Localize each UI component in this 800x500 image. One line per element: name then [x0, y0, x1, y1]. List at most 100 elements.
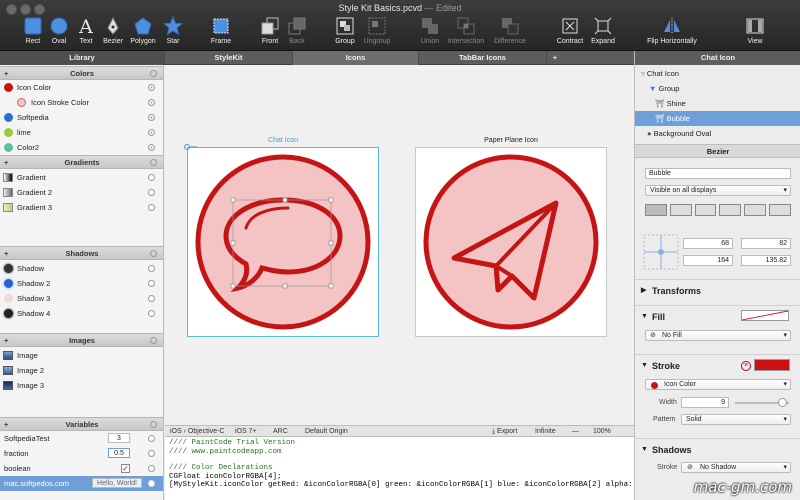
variable-radio[interactable] [148, 450, 155, 457]
shape-name-field[interactable]: Bubble [645, 168, 791, 179]
code-view[interactable]: //// PaintCode Trial Version //// www.pa… [165, 437, 634, 500]
difference-tool[interactable]: Difference [488, 16, 532, 45]
shadow-item[interactable]: Shadow 4 [0, 306, 163, 321]
variable-value[interactable]: 3 [108, 433, 130, 443]
tab-tabbar-icons[interactable]: TabBar Icons [419, 51, 547, 65]
artboard-title-paper-plane[interactable]: Paper Plane Icon [415, 137, 607, 144]
height-field[interactable]: 135.82 [741, 255, 791, 266]
paper-plane-artwork[interactable] [416, 148, 606, 336]
variable-row[interactable]: SoftpediaTest 3 [0, 431, 163, 446]
gradient-item[interactable]: Gradient 2 [0, 185, 163, 200]
add-image-button[interactable]: + [4, 334, 8, 347]
color-item[interactable]: lime [0, 125, 163, 140]
align-button[interactable] [645, 204, 667, 216]
image-item[interactable]: Image 3 [0, 378, 163, 393]
fill-dropdown[interactable]: ⊘ No Fill [645, 330, 791, 341]
slider-thumb[interactable] [778, 398, 787, 407]
back-tool[interactable]: Back [275, 16, 319, 45]
shadow-item[interactable]: Shadow 2 [0, 276, 163, 291]
stroke-width-field[interactable]: 9 [681, 397, 729, 408]
width-field[interactable]: 164 [683, 255, 733, 266]
variable-row[interactable]: boolean ✓ [0, 461, 163, 476]
gradient-radio[interactable] [148, 174, 155, 181]
language-selector[interactable]: iOS › Objective-C [170, 426, 224, 437]
star-tool[interactable]: Star [151, 16, 195, 45]
align-button[interactable] [694, 204, 717, 216]
variable-row-selected[interactable]: mac.softpedos.com Hello, World! [0, 476, 163, 491]
variables-section-header[interactable]: + Variables [0, 417, 163, 431]
chat-icon-artwork[interactable] [188, 148, 378, 336]
color-item[interactable]: Softpedia [0, 110, 163, 125]
gradient-item[interactable]: Gradient [0, 170, 163, 185]
flip-horizontally-tool[interactable]: Flip Horizontally [639, 16, 705, 45]
drawing-canvas[interactable]: Chat Icon Paper Plane Icon [165, 65, 634, 425]
add-gradient-button[interactable]: + [4, 156, 8, 169]
boolean-checkbox[interactable]: ✓ [121, 464, 130, 473]
ungroup-tool[interactable]: Ungroup [355, 16, 399, 45]
pattern-dropdown[interactable]: Solid [681, 414, 791, 425]
tree-item-group[interactable]: ▼ Group [635, 81, 800, 96]
section-toggle[interactable] [150, 421, 157, 428]
export-button[interactable]: ⤓ Export [492, 426, 517, 437]
color-radio[interactable] [148, 99, 155, 106]
tree-item-shine[interactable]: ⛩ Shine [635, 96, 800, 111]
shadows-section[interactable]: ▼ Shadows [635, 438, 800, 460]
color-item[interactable]: Color2 [0, 140, 163, 155]
stroke-shadow-dropdown[interactable]: ⊘ No Shadow [681, 462, 791, 473]
tab-stylekit[interactable]: StyleKit [165, 51, 293, 65]
artboard-paper-plane-icon[interactable] [415, 147, 607, 337]
shadow-radio[interactable] [148, 310, 155, 317]
fill-color-well[interactable] [741, 310, 789, 321]
align-button[interactable] [719, 204, 742, 216]
align-button[interactable] [769, 204, 791, 216]
section-toggle[interactable] [150, 70, 157, 77]
expand-tool[interactable]: Expand [581, 16, 625, 45]
gradient-radio[interactable] [148, 204, 155, 211]
shadows-section-header[interactable]: + Shadows [0, 246, 163, 260]
tab-icons[interactable]: Icons [293, 51, 419, 65]
variable-radio[interactable] [148, 435, 155, 442]
colors-section-header[interactable]: + Colors [0, 66, 163, 80]
shadow-item[interactable]: Shadow 3 [0, 291, 163, 306]
infinite-selector[interactable]: Infinite [535, 426, 556, 437]
variable-radio[interactable] [148, 465, 155, 472]
add-tab-button[interactable]: + [547, 51, 563, 65]
x-field[interactable]: 68 [683, 238, 733, 249]
variable-value[interactable]: 0.5 [108, 448, 130, 458]
frame-tool[interactable]: Frame [199, 16, 243, 45]
gradients-section-header[interactable]: + Gradients [0, 155, 163, 169]
variable-value[interactable]: Hello, World! [92, 478, 142, 488]
stroke-color-well[interactable] [754, 359, 790, 371]
origin-selector[interactable]: Default Origin [305, 426, 348, 437]
ios-version-selector[interactable]: iOS 7+ [235, 426, 257, 437]
add-color-button[interactable]: + [4, 67, 8, 80]
shadow-radio[interactable] [148, 265, 155, 272]
visibility-dropdown[interactable]: Visible on all displays [645, 185, 791, 196]
add-variable-button[interactable]: + [4, 418, 8, 431]
shadow-item[interactable]: Shadow [0, 261, 163, 276]
stroke-color-dropdown[interactable]: Icon Color [645, 379, 791, 390]
anchor-point-icon[interactable] [643, 234, 679, 270]
variable-row[interactable]: fraction 0.5 [0, 446, 163, 461]
tree-item-bubble[interactable]: ⛩ Bubble [635, 111, 800, 126]
color-radio[interactable] [148, 144, 155, 151]
y-field[interactable]: 82 [741, 238, 791, 249]
section-toggle[interactable] [150, 159, 157, 166]
image-item[interactable]: Image [0, 348, 163, 363]
arc-selector[interactable]: ARC [273, 426, 288, 437]
view-tool[interactable]: View [733, 16, 777, 45]
color-radio[interactable] [148, 114, 155, 121]
color-item[interactable]: Icon Stroke Color [0, 95, 163, 110]
variable-radio[interactable] [148, 480, 155, 487]
section-toggle[interactable] [150, 337, 157, 344]
shadow-radio[interactable] [148, 295, 155, 302]
image-item[interactable]: Image 2 [0, 363, 163, 378]
zoom-out-button[interactable]: — [572, 426, 579, 437]
artboard-chat-icon[interactable] [187, 147, 379, 337]
gradient-item[interactable]: Gradient 3 [0, 200, 163, 215]
gradient-radio[interactable] [148, 189, 155, 196]
shadow-radio[interactable] [148, 280, 155, 287]
section-toggle[interactable] [150, 250, 157, 257]
artboard-title-chat-icon[interactable]: Chat Icon [187, 137, 379, 144]
color-radio[interactable] [148, 129, 155, 136]
